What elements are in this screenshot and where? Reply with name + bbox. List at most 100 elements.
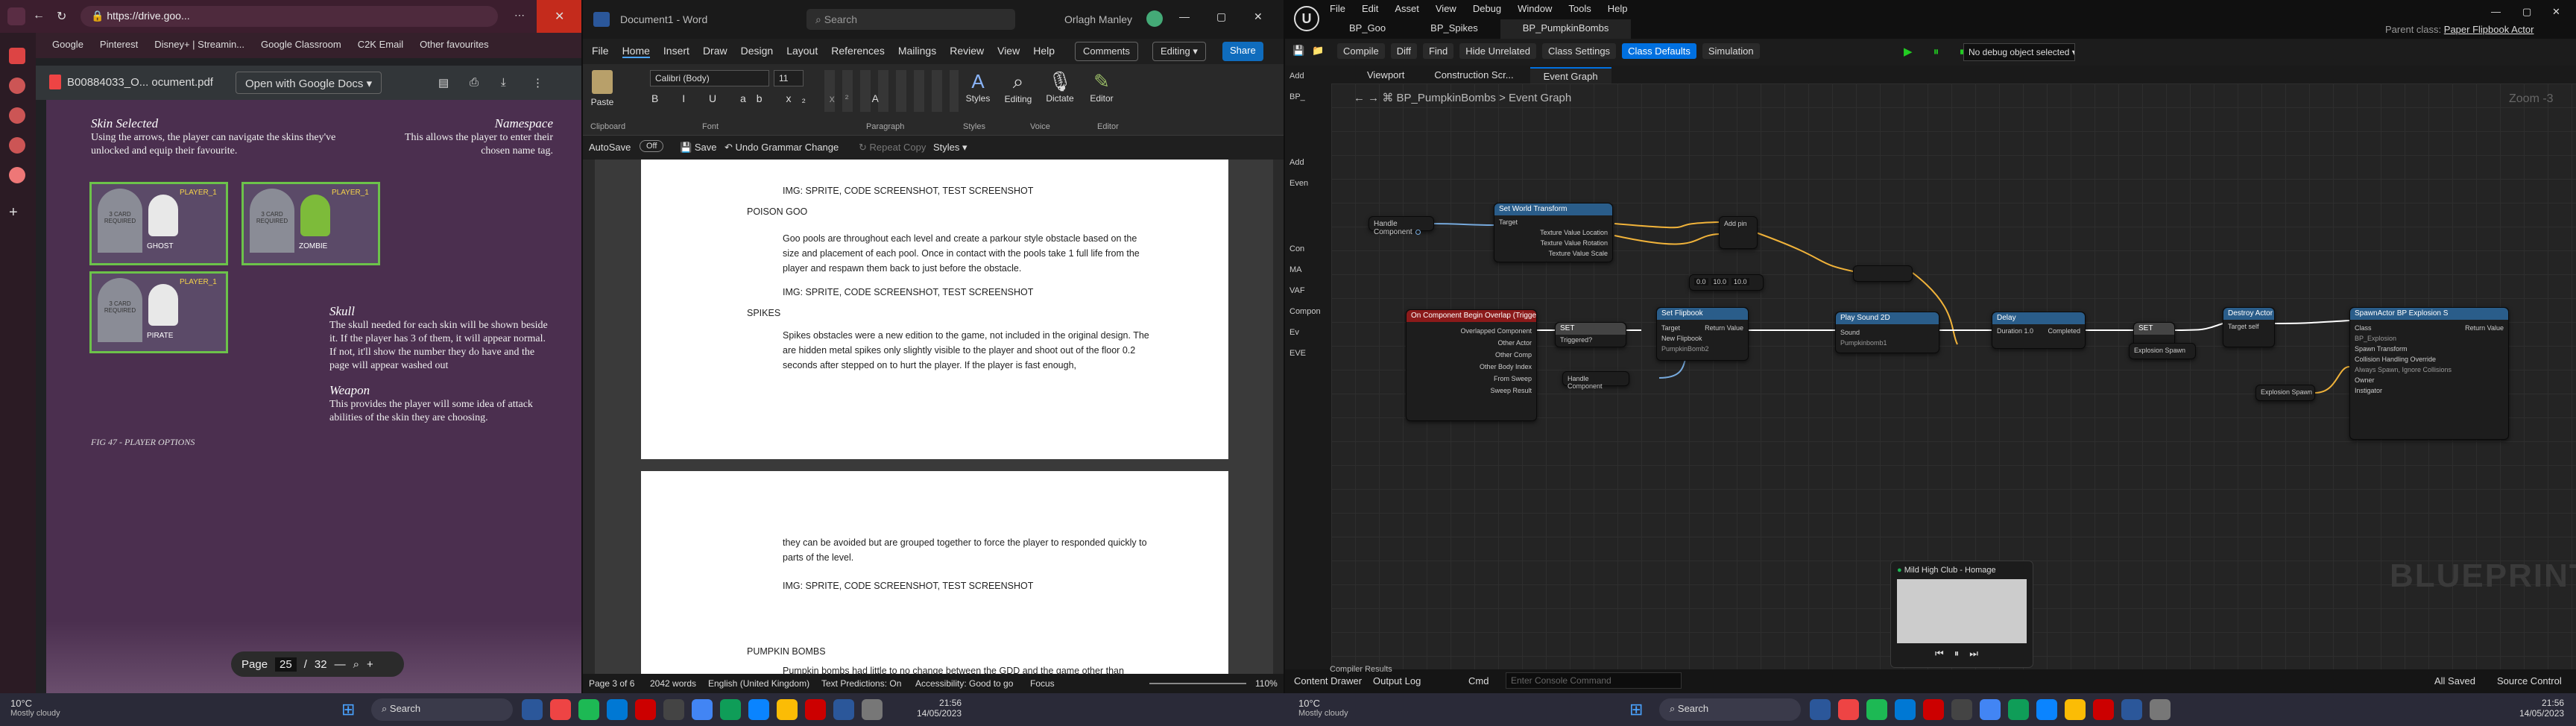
word-menu-item[interactable]: References	[831, 45, 885, 58]
styles-qa-button[interactable]: Styles ▾	[933, 142, 967, 154]
scrollbar[interactable]	[1273, 160, 1284, 674]
sidebar-app-icon[interactable]	[9, 78, 25, 94]
graph-tab[interactable]: Construction Scr...	[1421, 67, 1527, 84]
comments-button[interactable]: Comments	[1075, 42, 1138, 61]
panel-item[interactable]: EVE	[1289, 349, 1306, 358]
maximize-icon[interactable]: ▢	[2522, 6, 2531, 18]
bookmark-item[interactable]: Google Classroom	[261, 39, 341, 50]
taskbar-app-icon[interactable]	[1838, 699, 1859, 720]
media-controls[interactable]: ⏮⏸⏭	[1891, 648, 2033, 660]
source-control-button[interactable]: Source Control	[2497, 675, 2562, 686]
make-transform-node[interactable]: Add pin	[1719, 216, 1758, 249]
share-button[interactable]: Share	[1222, 42, 1263, 61]
ue-toolbar-button[interactable]: Find	[1422, 43, 1454, 59]
taskbar-app-icon[interactable]	[692, 699, 713, 720]
ue-menu-item[interactable]: Tools	[1568, 3, 1591, 14]
paragraph-buttons[interactable]	[824, 70, 959, 112]
document-page-1[interactable]: IMG: SPRITE, CODE SCREENSHOT, TEST SCREE…	[641, 160, 1228, 459]
music-player[interactable]: ● Mild High Club - Homage ⏮⏸⏭	[1890, 561, 2033, 668]
taskbar-app-icon[interactable]	[1866, 699, 1887, 720]
handle-component-node[interactable]: Handle Component	[1562, 371, 1629, 390]
panel-item[interactable]: Compon	[1289, 307, 1321, 316]
weather-widget[interactable]: 10°C Mostly cloudy	[10, 698, 60, 718]
output-log-button[interactable]: Output Log	[1373, 675, 1421, 686]
vector-node[interactable]: 0.0 10.0 10.0	[1689, 274, 1764, 291]
focus-button[interactable]: Focus	[1030, 678, 1055, 689]
ue-toolbar-button[interactable]: Class Settings	[1541, 43, 1617, 59]
taskbar-app-icon[interactable]	[2036, 699, 2057, 720]
bookmark-item[interactable]: C2K Email	[358, 39, 403, 50]
ue-toolbar-button[interactable]: Hide Unrelated	[1459, 43, 1536, 59]
word-menu-item[interactable]: Layout	[786, 45, 818, 58]
sidebar-app-icon[interactable]	[9, 48, 25, 64]
comment-icon[interactable]: ▤	[438, 76, 449, 89]
taskbar-app-icon[interactable]	[862, 699, 883, 720]
editing-button[interactable]: Editing ▾	[1152, 42, 1206, 61]
document-page-2[interactable]: they can be avoided but are grouped toge…	[641, 471, 1228, 676]
clock[interactable]: 21:56 14/05/2023	[2519, 698, 2564, 719]
word-menu-item[interactable]: File	[592, 45, 609, 58]
word-menu-item[interactable]: Help	[1033, 45, 1055, 58]
more-vert-icon[interactable]: ⋮	[532, 76, 543, 89]
panel-item[interactable]: Add	[1289, 72, 1304, 81]
ue-toolbar-button[interactable]: Diff	[1390, 43, 1417, 59]
sidebar-app-icon[interactable]	[9, 137, 25, 154]
close-button[interactable]: ✕	[537, 0, 581, 33]
bookmark-item[interactable]: Pinterest	[100, 39, 138, 50]
destroy-actor-node[interactable]: Destroy Actor Target self	[2223, 307, 2275, 347]
on-overlap-event-node[interactable]: On Component Begin Overlap (Trigger) Over…	[1406, 309, 1537, 421]
taskbar-app-icon[interactable]	[663, 699, 684, 720]
debug-object-select[interactable]: No debug object selected ▾	[1963, 43, 2075, 61]
styles-button[interactable]: A Styles	[963, 70, 993, 104]
clock[interactable]: 21:56 14/05/2023	[917, 698, 962, 719]
taskbar-app-icon[interactable]	[1895, 699, 1916, 720]
taskbar-app-icon[interactable]	[1980, 699, 2001, 720]
editor-button[interactable]: ✎ Editor	[1084, 70, 1120, 104]
undo-button[interactable]: ↶ Undo Grammar Change	[724, 142, 839, 154]
close-icon[interactable]: ✕	[2552, 6, 2560, 18]
word-menu-item[interactable]: Draw	[703, 45, 727, 58]
start-icon[interactable]: ⊞	[341, 699, 362, 720]
dictate-button[interactable]: 🎙 Dictate	[1042, 70, 1078, 104]
ue-menu-item[interactable]: View	[1436, 3, 1456, 14]
print-icon[interactable]: ⎙	[470, 76, 479, 89]
ue-menu-item[interactable]: Help	[1608, 3, 1628, 14]
start-icon[interactable]: ⊞	[1629, 699, 1650, 720]
console-input[interactable]: Enter Console Command	[1506, 672, 1682, 689]
taskbar-app-icon[interactable]	[578, 699, 599, 720]
taskbar-app-icon[interactable]	[720, 699, 741, 720]
taskbar-app-icon[interactable]	[1951, 699, 1972, 720]
graph-tab[interactable]: Viewport	[1354, 67, 1418, 84]
panel-item[interactable]: VAF	[1289, 286, 1305, 295]
taskbar-app-icon[interactable]	[777, 699, 798, 720]
taskbar-app-icon[interactable]	[1923, 699, 1944, 720]
word-menu-item[interactable]: View	[997, 45, 1020, 58]
panel-item[interactable]: MA	[1289, 265, 1302, 274]
word-menu-item[interactable]: Mailings	[898, 45, 936, 58]
zoom-in-icon[interactable]: +	[367, 658, 373, 671]
explosion-spawn-node[interactable]: Explosion Spawn	[2129, 343, 2196, 359]
taskbar-app-icon[interactable]	[522, 699, 543, 720]
minimize-icon[interactable]: —	[1179, 10, 1190, 22]
spawn-actor-node[interactable]: SpawnActor BP Explosion S Class Return Va…	[2349, 307, 2509, 440]
bookmark-item[interactable]: Disney+ | Streamin...	[154, 39, 244, 50]
font-size-field[interactable]: 11	[774, 70, 804, 86]
bookmark-item[interactable]: Other favourites	[420, 39, 489, 50]
all-saved-status[interactable]: All Saved	[2434, 675, 2475, 686]
word-menu-item[interactable]: Design	[741, 45, 774, 58]
taskbar-app-icon[interactable]	[2065, 699, 2086, 720]
panel-item[interactable]: Add	[1289, 158, 1304, 167]
taskbar-app-icon[interactable]	[607, 699, 628, 720]
avatar[interactable]	[1146, 10, 1163, 27]
taskbar-app-icon[interactable]	[2008, 699, 2029, 720]
taskbar-app-icon[interactable]	[2150, 699, 2171, 720]
ue-menu-item[interactable]: Window	[1518, 3, 1552, 14]
taskbar-search[interactable]: ⌕ Search	[1659, 698, 1801, 721]
panel-item[interactable]: BP_	[1289, 92, 1305, 101]
handle-component-node[interactable]: Handle Component	[1368, 216, 1434, 236]
taskbar-app-icon[interactable]	[833, 699, 854, 720]
close-icon[interactable]: ✕	[1254, 10, 1263, 23]
word-menu-item[interactable]: Insert	[663, 45, 689, 58]
panel-item[interactable]: Con	[1289, 244, 1304, 253]
ue-menu-item[interactable]: File	[1330, 3, 1345, 14]
